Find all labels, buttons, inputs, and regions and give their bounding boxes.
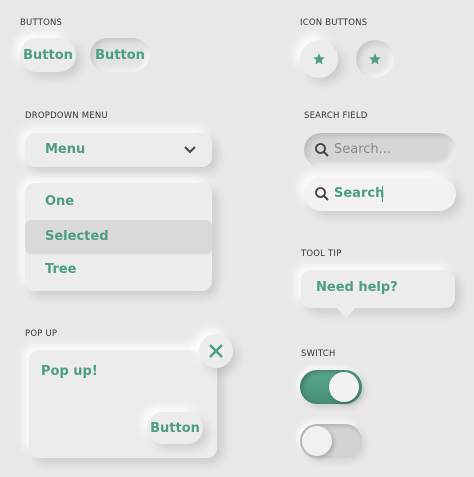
button-pressed-label: Button [95,47,145,63]
button-primary[interactable]: Button [20,38,76,72]
switch-on[interactable] [300,370,362,404]
dropdown-item-one[interactable]: One [25,185,212,218]
dropdown-item-label: Selected [45,229,109,244]
switch-off[interactable] [300,424,362,458]
dropdown-item-label: One [45,194,75,209]
popup-close-button[interactable] [199,334,233,368]
section-title-dropdown: DROPDOWN MENU [25,111,108,121]
popup-button[interactable]: Button [147,412,203,444]
search-placeholder: Search... [334,142,392,157]
chevron-down-icon [184,146,196,154]
search-value: Search [334,186,385,201]
close-icon [209,344,223,358]
dropdown-selected-label: Menu [45,142,86,157]
icon-button-star-pressed[interactable] [356,40,394,78]
tooltip-bubble: Need help? [301,270,455,308]
switch-knob [302,426,332,456]
dropdown-item-tree[interactable]: Tree [25,255,212,288]
button-primary-label: Button [23,47,73,63]
section-title-buttons: BUTTONS [20,18,63,28]
button-pressed[interactable]: Button [90,38,150,72]
tooltip-pointer [337,308,355,319]
dropdown-select[interactable]: Menu [25,133,212,167]
search-input-filled[interactable]: Search [304,177,456,211]
section-title-icon-buttons: ICON BUTTONS [300,18,368,28]
section-title-popup: POP UP [25,329,58,339]
section-title-switch: SWITCH [301,349,336,359]
search-input-empty[interactable]: Search... [304,133,456,167]
popup-panel: Pop up! Button [29,350,217,458]
icon-button-star[interactable] [300,40,338,78]
tooltip-text: Need help? [316,280,398,295]
star-icon [369,53,381,65]
star-icon [313,53,325,65]
section-title-tooltip: TOOL TIP [301,249,342,259]
popup-title: Pop up! [41,364,98,379]
dropdown-item-label: Tree [45,262,77,277]
switch-knob [329,372,359,402]
dropdown-list: One Selected Tree [25,183,212,291]
popup-button-label: Button [150,420,200,436]
section-title-search: SEARCH FIELD [304,111,368,121]
search-icon [315,143,329,157]
search-icon [315,187,329,201]
text-cursor [382,186,383,202]
dropdown-item-selected[interactable]: Selected [25,220,212,254]
